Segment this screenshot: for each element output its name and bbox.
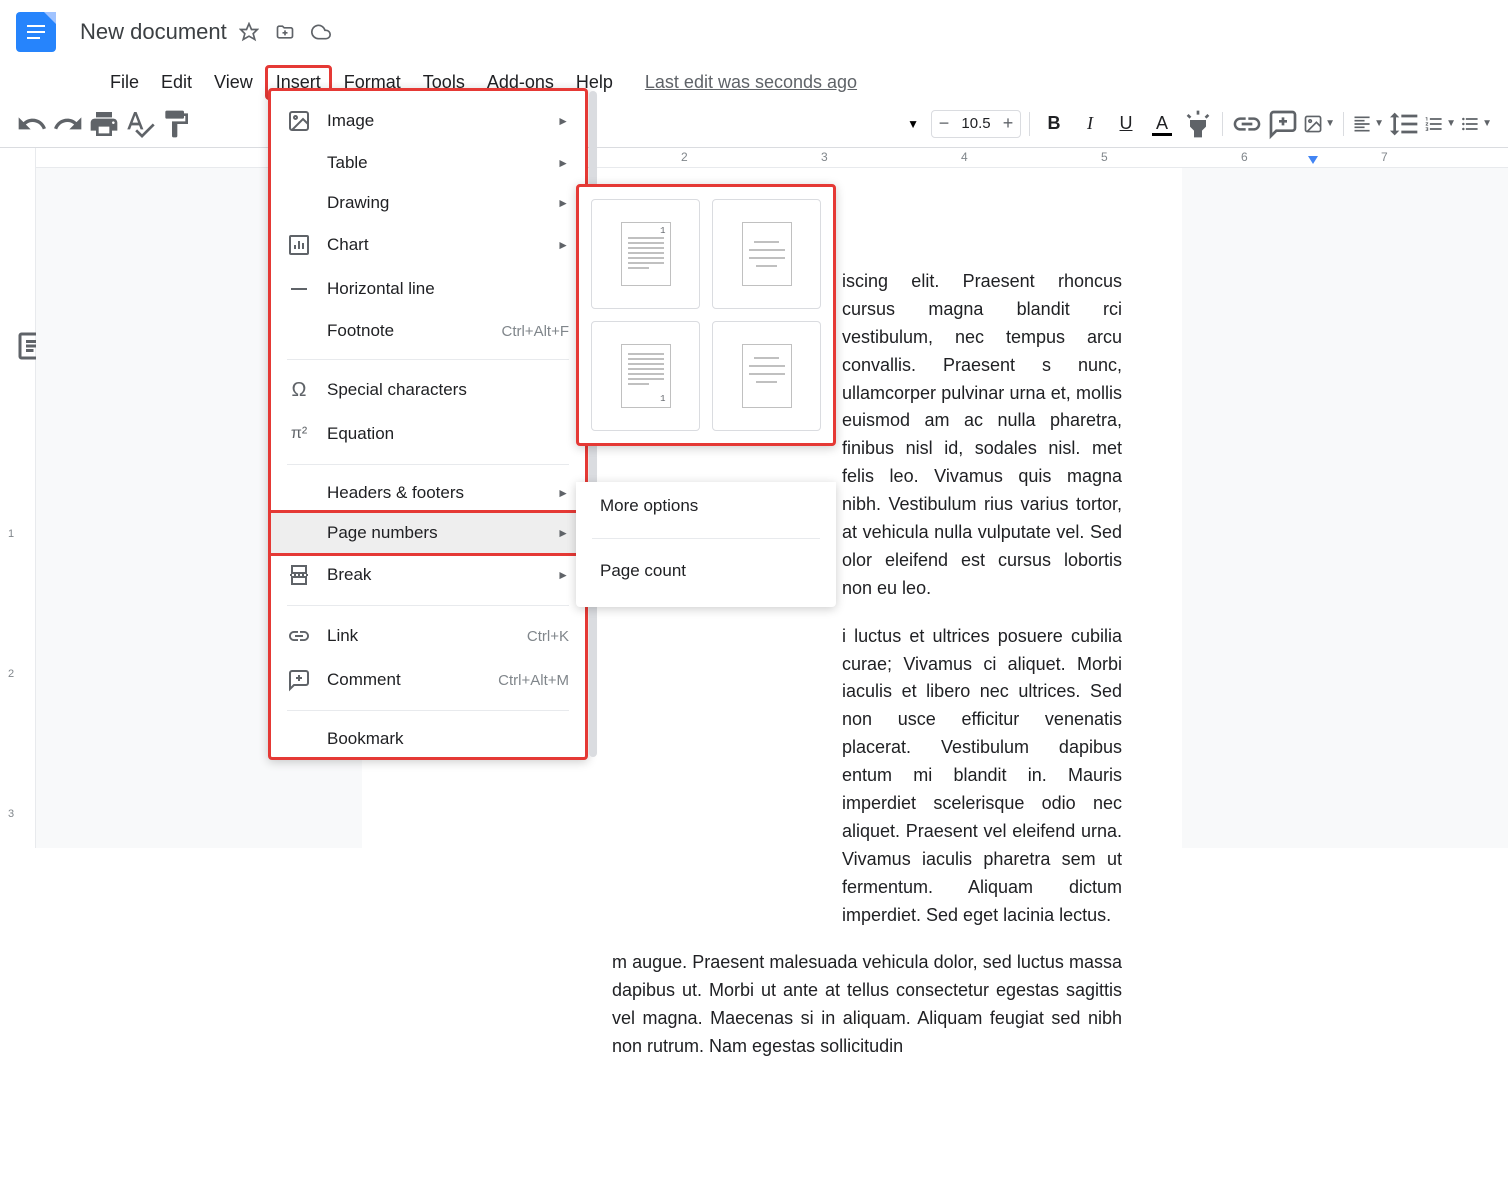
horizontal-ruler[interactable]: 2 3 4 5 6 7: [36, 148, 1508, 168]
submenu-arrow-icon: ►: [557, 486, 569, 500]
horizontal-line-icon: [287, 277, 311, 301]
font-size-value[interactable]: 10.5: [956, 115, 996, 132]
page-num-top-right-all[interactable]: 2 1: [591, 199, 700, 309]
menu-item-footnote[interactable]: Footnote Ctrl+Alt+F: [271, 311, 585, 351]
spellcheck-button[interactable]: [124, 108, 156, 140]
italic-button[interactable]: I: [1074, 108, 1106, 140]
insert-image-button[interactable]: ▼: [1303, 108, 1335, 140]
page-numbers-submenu-extra: More options Page count: [576, 482, 836, 607]
chart-icon: [287, 233, 311, 257]
print-button[interactable]: [88, 108, 120, 140]
menu-item-table[interactable]: Table ►: [271, 143, 585, 183]
document-title[interactable]: New document: [80, 19, 227, 45]
text-color-button[interactable]: A: [1146, 108, 1178, 140]
equation-icon: π²: [287, 422, 311, 446]
underline-button[interactable]: U: [1110, 108, 1142, 140]
submenu-arrow-icon: ►: [557, 238, 569, 252]
submenu-arrow-icon: ►: [557, 196, 569, 210]
numbered-list-button[interactable]: ▼: [1424, 108, 1456, 140]
paragraph: m augue. Praesent malesuada vehicula dol…: [612, 949, 1122, 1061]
menu-item-headers-footers[interactable]: Headers & footers ►: [271, 473, 585, 513]
omega-icon: Ω: [287, 378, 311, 402]
menu-item-link[interactable]: Link Ctrl+K: [271, 614, 585, 658]
submenu-arrow-icon: ►: [557, 114, 569, 128]
zoom-dropdown[interactable]: ▼: [899, 110, 927, 138]
toolbar: ▼ − 10.5 + B I U A ▼ ▼ ▼ ▼: [0, 100, 1508, 148]
align-button[interactable]: ▼: [1352, 108, 1384, 140]
menu-edit[interactable]: Edit: [151, 66, 202, 99]
menu-item-horizontal-line[interactable]: Horizontal line: [271, 267, 585, 311]
link-icon: [287, 624, 311, 648]
submenu-arrow-icon: ►: [557, 568, 569, 582]
break-icon: [287, 563, 311, 587]
comment-icon: [287, 668, 311, 692]
menu-file[interactable]: File: [100, 66, 149, 99]
menu-view[interactable]: View: [204, 66, 263, 99]
line-spacing-button[interactable]: [1388, 108, 1420, 140]
menu-item-special-characters[interactable]: Ω Special characters: [271, 368, 585, 412]
submenu-page-count[interactable]: Page count: [576, 547, 836, 595]
page-num-top-right-skip-first[interactable]: 1: [712, 199, 821, 309]
docs-logo[interactable]: [16, 12, 56, 52]
insert-dropdown-menu: Image ► Table ► Drawing ► Chart ► Horizo…: [268, 88, 588, 760]
cloud-status-icon[interactable]: [311, 22, 331, 42]
menu-item-bookmark[interactable]: Bookmark: [271, 719, 585, 749]
bold-button[interactable]: B: [1038, 108, 1070, 140]
menu-item-drawing[interactable]: Drawing ►: [271, 183, 585, 223]
comment-button[interactable]: [1267, 108, 1299, 140]
bulleted-list-button[interactable]: ▼: [1460, 108, 1492, 140]
star-icon[interactable]: [239, 22, 259, 42]
redo-button[interactable]: [52, 108, 84, 140]
right-indent-marker[interactable]: [1308, 156, 1318, 164]
menu-item-chart[interactable]: Chart ►: [271, 223, 585, 267]
paragraph: i luctus et ultrices posuere cubilia cur…: [842, 623, 1122, 930]
menu-item-equation[interactable]: π² Equation: [271, 412, 585, 456]
menu-item-break[interactable]: Break ►: [271, 553, 585, 597]
paragraph: iscing elit. Praesent rhoncus cursus mag…: [842, 268, 1122, 603]
font-size-decrease[interactable]: −: [932, 111, 956, 137]
menu-item-image[interactable]: Image ►: [271, 99, 585, 143]
font-size-increase[interactable]: +: [996, 111, 1020, 137]
move-icon[interactable]: [275, 22, 295, 42]
submenu-more-options[interactable]: More options: [576, 482, 836, 530]
page-num-bottom-right-all[interactable]: 2 1: [591, 321, 700, 431]
highlight-button[interactable]: [1182, 108, 1214, 140]
menu-item-page-numbers[interactable]: Page numbers ►: [268, 510, 588, 556]
submenu-arrow-icon: ►: [557, 156, 569, 170]
menubar: File Edit View Insert Format Tools Add-o…: [0, 64, 1508, 100]
image-icon: [287, 109, 311, 133]
header: New document: [0, 0, 1508, 64]
menu-item-comment[interactable]: Comment Ctrl+Alt+M: [271, 658, 585, 702]
vertical-ruler: 1 2 3: [0, 148, 36, 848]
page-num-bottom-right-skip-first[interactable]: 1: [712, 321, 821, 431]
page-numbers-submenu: 2 1 1 2 1: [576, 184, 836, 446]
link-button[interactable]: [1231, 108, 1263, 140]
undo-button[interactable]: [16, 108, 48, 140]
paint-format-button[interactable]: [160, 108, 192, 140]
last-edit-link[interactable]: Last edit was seconds ago: [645, 72, 857, 93]
submenu-arrow-icon: ►: [557, 526, 569, 540]
